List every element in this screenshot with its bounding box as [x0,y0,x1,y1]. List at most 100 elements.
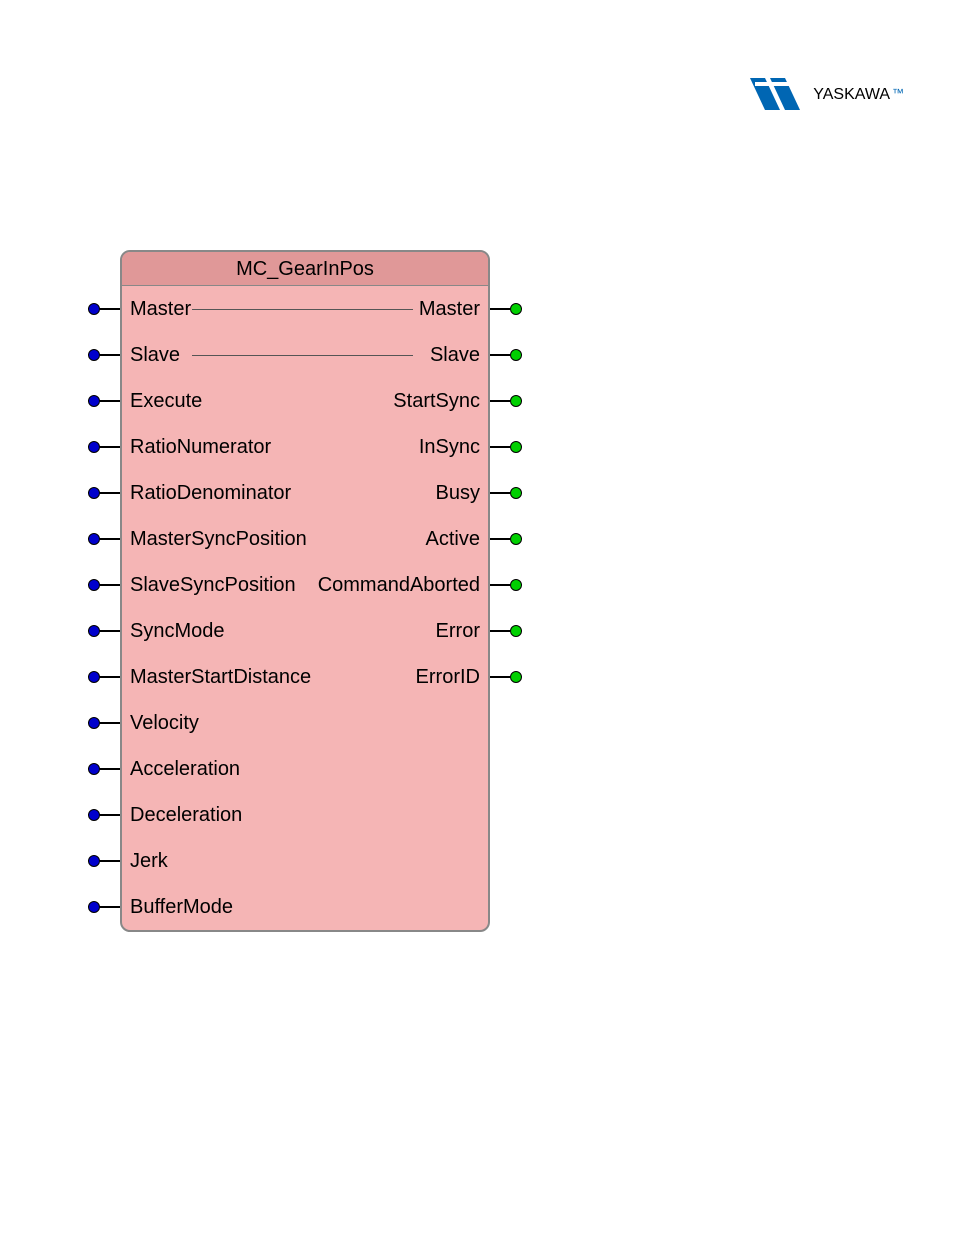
yaskawa-mark-icon [745,70,805,120]
input-pin[interactable] [88,332,120,378]
output-pin-dot-icon [510,671,522,683]
output-pin[interactable] [490,516,522,562]
output-pins [490,286,522,930]
input-label: Execute [130,390,206,413]
pin-connector-line [100,676,120,678]
output-label: CommandAborted [314,574,480,597]
output-pin[interactable] [490,654,522,700]
output-pin[interactable] [490,378,522,424]
pin-connector-line [100,584,120,586]
pin-connector-line [100,768,120,770]
input-pin-dot-icon [88,395,100,407]
output-pin[interactable] [490,608,522,654]
io-row: MasterSyncPosition Active [122,516,488,562]
output-label: InSync [415,436,480,459]
output-label: Busy [432,482,480,505]
input-pin-dot-icon [88,855,100,867]
input-pin[interactable] [88,516,120,562]
io-row: MasterMaster [122,286,488,332]
input-label: SyncMode [130,620,229,643]
input-pins [88,286,120,930]
input-pin[interactable] [88,286,120,332]
output-pin-dot-icon [510,579,522,591]
passthrough-line [192,355,413,356]
io-row: RatioDenominator Busy [122,470,488,516]
input-pin[interactable] [88,746,120,792]
input-pin[interactable] [88,654,120,700]
output-label: ErrorID [412,666,480,689]
output-pin-dot-icon [510,625,522,637]
io-row: Deceleration [122,792,488,838]
output-pin[interactable] [490,562,522,608]
input-pin-dot-icon [88,579,100,591]
input-pin-dot-icon [88,487,100,499]
io-row: BufferMode [122,884,488,930]
passthrough-line [192,309,413,310]
input-pin[interactable] [88,700,120,746]
io-row: RatioNumerator InSync [122,424,488,470]
function-block-container: MC_GearInPos MasterMasterSlaveSlaveExecu… [120,250,490,932]
output-label: Active [422,528,480,551]
input-label: Acceleration [130,758,244,781]
input-pin-dot-icon [88,625,100,637]
input-label: RatioNumerator [130,436,275,459]
input-pin-dot-icon [88,671,100,683]
input-pin-dot-icon [88,533,100,545]
pin-connector-line [100,722,120,724]
input-pin[interactable] [88,424,120,470]
pin-connector-line [100,492,120,494]
output-pin-dot-icon [510,487,522,499]
input-pin-dot-icon [88,763,100,775]
pin-connector-line [490,584,510,586]
input-pin-dot-icon [88,441,100,453]
pin-connector-line [490,400,510,402]
output-pin-dot-icon [510,303,522,315]
input-pin[interactable] [88,792,120,838]
io-row: MasterStartDistance ErrorID [122,654,488,700]
input-pin[interactable] [88,378,120,424]
io-row: SlaveSyncPositionCommandAborted [122,562,488,608]
pin-connector-line [490,446,510,448]
output-label: StartSync [389,390,480,413]
pin-connector-line [100,308,120,310]
pin-connector-line [100,538,120,540]
brand-logo: YASKAWA™ [745,70,904,120]
pin-connector-line [490,630,510,632]
output-pin[interactable] [490,424,522,470]
output-pin-dot-icon [510,395,522,407]
input-label: Master [130,298,195,321]
input-pin[interactable] [88,608,120,654]
input-label: BufferMode [130,896,237,919]
output-pin[interactable] [490,332,522,378]
input-label: MasterStartDistance [130,666,315,689]
input-pin[interactable] [88,470,120,516]
input-label: Slave [130,344,184,367]
input-pin[interactable] [88,562,120,608]
io-row: Acceleration [122,746,488,792]
output-pin[interactable] [490,470,522,516]
input-pin[interactable] [88,838,120,884]
io-row: Slave Slave [122,332,488,378]
output-pin-dot-icon [510,349,522,361]
function-block: MC_GearInPos MasterMasterSlaveSlaveExecu… [120,250,490,932]
input-pin[interactable] [88,884,120,930]
pin-connector-line [100,446,120,448]
pin-connector-line [100,906,120,908]
pin-connector-line [490,308,510,310]
input-label: Jerk [130,850,172,873]
input-pin-dot-icon [88,901,100,913]
pin-connector-line [100,860,120,862]
output-pin-dot-icon [510,533,522,545]
input-pin-dot-icon [88,303,100,315]
input-label: RatioDenominator [130,482,295,505]
pin-connector-line [100,814,120,816]
input-label: MasterSyncPosition [130,528,311,551]
input-label: Velocity [130,712,203,735]
output-pin[interactable] [490,286,522,332]
output-pin-dot-icon [510,441,522,453]
output-label: Slave [426,344,480,367]
io-row: Execute StartSync [122,378,488,424]
input-pin-dot-icon [88,349,100,361]
pin-connector-line [100,354,120,356]
input-label: Deceleration [130,804,246,827]
